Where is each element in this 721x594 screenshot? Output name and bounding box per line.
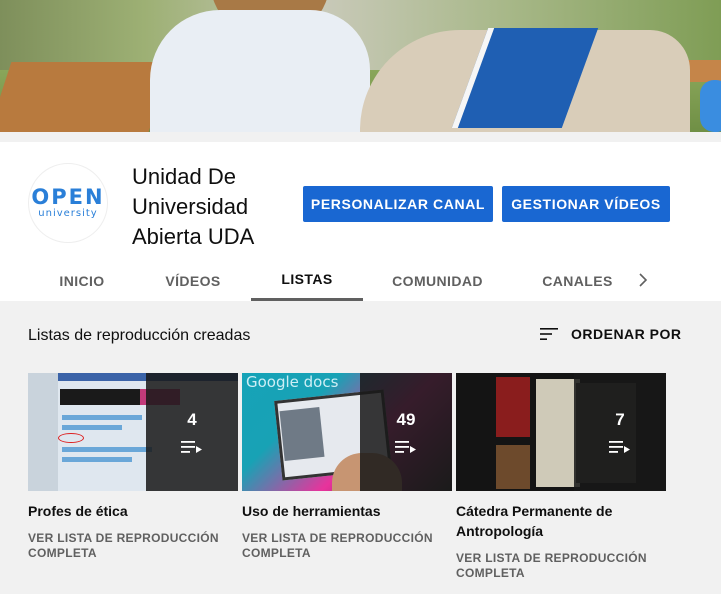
playlist-thumbnail[interactable]: 7 [456,373,666,491]
playlist-count-overlay: 4 [146,373,238,491]
video-count: 7 [615,410,625,429]
playlist-card[interactable]: 7 Cátedra Permanente de Antropología VER… [456,373,666,581]
channel-banner [0,0,721,132]
avatar-logo-text: OPEN [31,185,105,209]
playlist-title[interactable]: Uso de herramientas [242,501,452,521]
channel-name: Unidad De Universidad Abierta UDA [132,164,255,249]
playlist-play-icon [181,441,202,453]
channel-tabs: INICIO VÍDEOS LISTAS COMUNIDAD CANALES [0,260,721,301]
channel-avatar[interactable]: OPEN university [28,163,108,243]
view-full-playlist-link[interactable]: VER LISTA DE REPRODUCCIÓN COMPLETA [28,531,238,561]
video-count: 49 [396,410,416,429]
tab-canales[interactable]: CANALES [515,260,640,301]
chevron-right-icon[interactable] [634,270,652,290]
avatar-logo-subtext: university [38,208,98,219]
manage-videos-button[interactable]: GESTIONAR VÍDEOS [502,186,670,222]
playlist-play-icon [609,441,630,453]
view-full-playlist-link[interactable]: VER LISTA DE REPRODUCCIÓN COMPLETA [456,551,666,581]
playlist-thumbnail[interactable]: 4 [28,373,238,491]
view-full-playlist-link[interactable]: VER LISTA DE REPRODUCCIÓN COMPLETA [242,531,452,561]
playlist-title[interactable]: Cátedra Permanente de Antropología [456,501,666,541]
sort-lines-icon [540,328,558,340]
sort-button[interactable]: ORDENAR POR [539,326,682,342]
playlist-card[interactable]: 4 Profes de ética VER LISTA DE REPRODUCC… [28,373,238,561]
tab-comunidad[interactable]: COMUNIDAD [370,260,505,301]
customize-channel-button[interactable]: PERSONALIZAR CANAL [303,186,493,222]
tab-videos[interactable]: VÍDEOS [138,260,248,301]
thumbnail-text: Google docs [246,373,339,391]
tab-inicio[interactable]: INICIO [28,260,136,301]
playlist-thumbnail[interactable]: Google docs 49 [242,373,452,491]
playlist-count-overlay: 7 [574,373,666,491]
sort-label: ORDENAR POR [571,326,682,342]
playlist-count-overlay: 49 [360,373,452,491]
playlist-title[interactable]: Profes de ética [28,501,238,521]
tab-listas[interactable]: LISTAS [251,260,363,301]
channel-header: OPEN university Unidad De Universidad Ab… [0,142,721,301]
playlist-card[interactable]: Google docs 49 Uso de herramientas VER L… [242,373,452,561]
playlist-play-icon [395,441,416,453]
section-title: Listas de reproducción creadas [28,327,251,344]
video-count: 4 [187,410,197,429]
